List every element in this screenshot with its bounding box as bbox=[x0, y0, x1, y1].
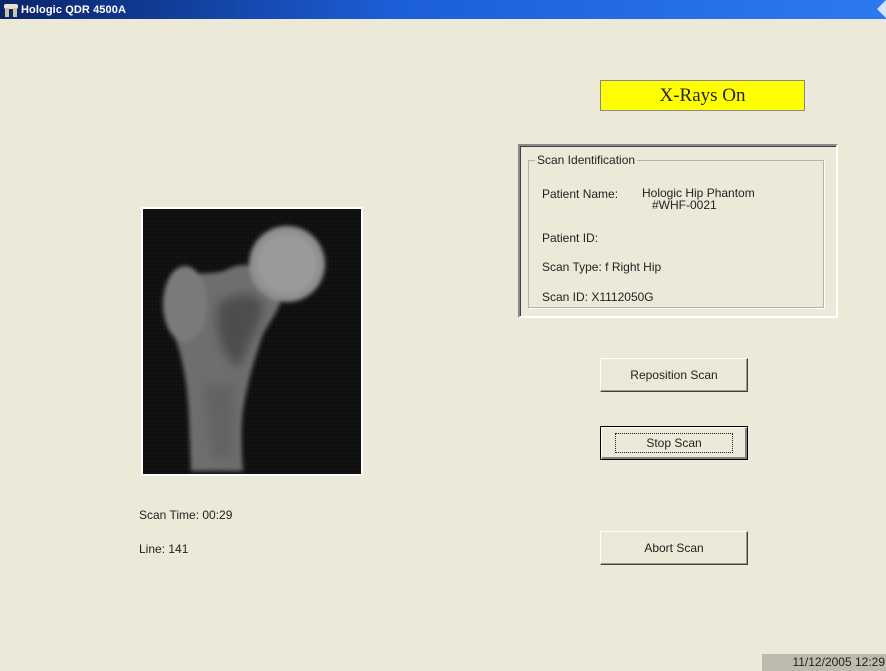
patient-name-row: Patient Name: Hologic Hip Phantom #WHF-0… bbox=[542, 187, 822, 217]
patient-id-row: Patient ID: bbox=[542, 231, 598, 245]
xray-scan-image bbox=[141, 207, 363, 476]
window-title: Hologic QDR 4500A bbox=[21, 3, 127, 16]
app-icon bbox=[4, 3, 18, 17]
femur-xray-graphic bbox=[143, 209, 361, 474]
abort-scan-button[interactable]: Abort Scan bbox=[600, 531, 748, 565]
reposition-scan-button[interactable]: Reposition Scan bbox=[600, 358, 748, 392]
patient-id-label: Patient ID: bbox=[542, 231, 599, 245]
stop-scan-label: Stop Scan bbox=[615, 433, 733, 453]
patient-name-line2: #WHF-0021 bbox=[652, 198, 717, 212]
scan-id: Scan ID: X1112050G bbox=[542, 290, 654, 304]
scan-time: Scan Time: 00:29 bbox=[139, 508, 233, 522]
patient-name-value: Hologic Hip Phantom #WHF-0021 bbox=[642, 187, 755, 211]
title-bar-corner bbox=[877, 0, 886, 18]
scan-type: Scan Type: f Right Hip bbox=[542, 260, 662, 274]
title-bar: Hologic QDR 4500A bbox=[0, 0, 886, 19]
status-datetime: 11/12/2005 12:29 bbox=[762, 654, 886, 671]
scan-identification-group: Scan Identification Patient Name: Hologi… bbox=[528, 153, 824, 308]
scan-identification-legend: Scan Identification bbox=[535, 153, 638, 167]
patient-name-label: Patient Name: bbox=[542, 187, 619, 201]
xray-status-indicator: X-Rays On bbox=[600, 80, 805, 111]
stop-scan-button[interactable]: Stop Scan bbox=[600, 426, 748, 460]
scan-line: Line: 141 bbox=[139, 542, 189, 556]
scan-identification-panel: Scan Identification Patient Name: Hologi… bbox=[518, 144, 838, 318]
